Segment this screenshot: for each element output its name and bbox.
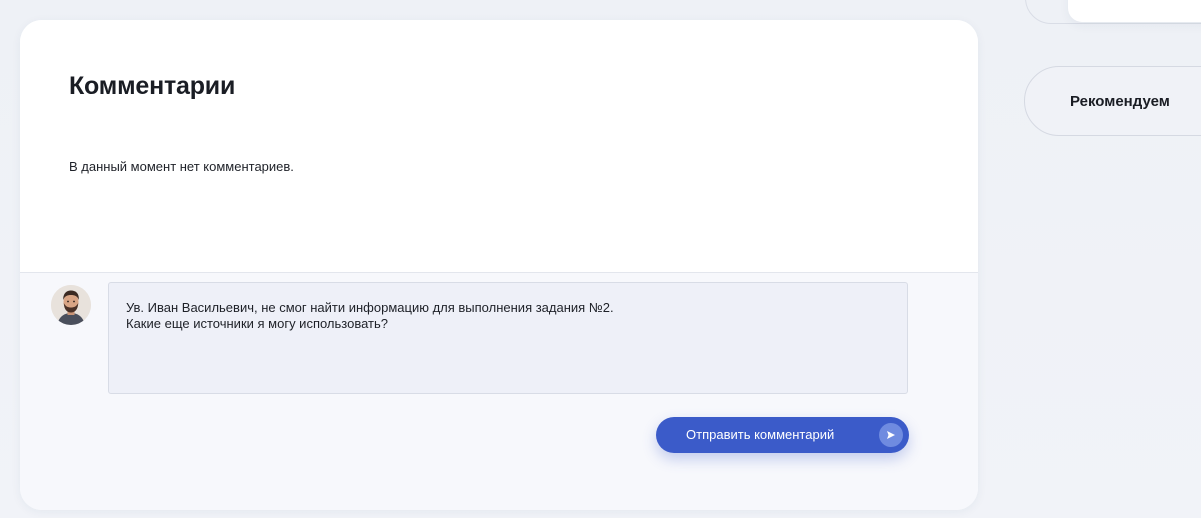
empty-comments-message: В данный момент нет комментариев. xyxy=(69,159,294,174)
send-comment-label: Отправить комментарий xyxy=(686,427,835,442)
send-arrow-icon xyxy=(879,423,903,447)
recommend-tab[interactable]: Рекомендуем xyxy=(1024,66,1201,136)
user-avatar-icon xyxy=(51,285,91,325)
right-top-panel-inner xyxy=(1068,0,1201,22)
recommend-label: Рекомендуем xyxy=(1070,93,1170,110)
avatar xyxy=(51,285,91,325)
send-comment-button[interactable]: Отправить комментарий xyxy=(656,417,909,453)
comment-input[interactable]: Ув. Иван Васильевич, не смог найти инфор… xyxy=(108,282,908,394)
comments-title: Комментарии xyxy=(69,72,236,100)
comments-header-section: Комментарии В данный момент нет коммента… xyxy=(20,20,978,272)
